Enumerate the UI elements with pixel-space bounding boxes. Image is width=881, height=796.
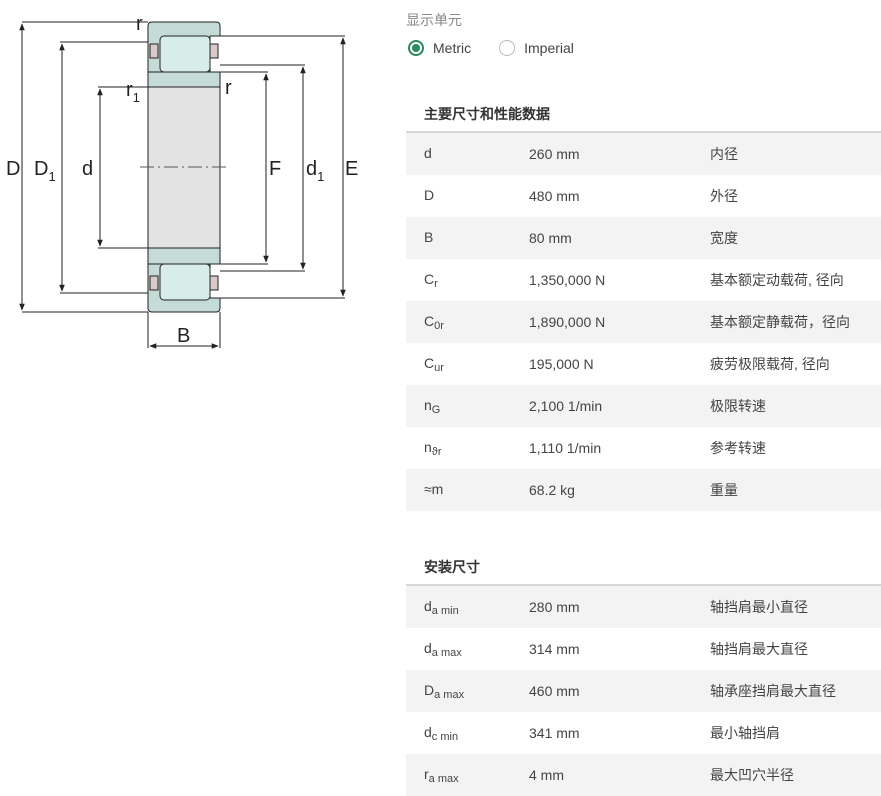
row-description: 基本额定静载荷，径向 xyxy=(710,314,850,330)
row-value: 480 mm xyxy=(529,188,580,204)
units-option-metric-label: Metric xyxy=(433,40,472,56)
table-row: Da max 460 mm 轴承座挡肩最大直径 xyxy=(406,670,881,712)
units-radio-group: Metric Imperial xyxy=(408,40,574,56)
label-r-top: r xyxy=(136,13,143,35)
main-dimensions-title: 主要尺寸和性能数据 xyxy=(406,97,881,133)
table-row: da min 280 mm 轴挡肩最小直径 xyxy=(406,586,881,628)
bearing-ring-bottom xyxy=(147,247,221,313)
row-value: 68.2 kg xyxy=(529,482,575,498)
mounting-dimensions-title: 安装尺寸 xyxy=(406,550,881,586)
radio-metric[interactable] xyxy=(408,40,424,56)
row-symbol: nG xyxy=(424,396,441,416)
row-value: 80 mm xyxy=(529,230,572,246)
row-description: 内径 xyxy=(710,146,738,162)
row-value: 341 mm xyxy=(529,725,580,741)
row-description: 基本额定动载荷, 径向 xyxy=(710,272,844,288)
row-symbol: D xyxy=(424,186,435,203)
row-symbol: Da max xyxy=(424,681,465,701)
bearing-ring-top xyxy=(147,21,221,88)
main-dimensions-table: d 260 mm 内径 D 480 mm 外径 B 80 mm 宽度 Cr 1,350,000… xyxy=(406,133,881,511)
row-value: 1,890,000 N xyxy=(529,314,606,330)
label-d: d xyxy=(82,158,93,180)
row-value: 280 mm xyxy=(529,599,580,615)
table-row: Cur 195,000 N 疲劳极限载荷, 径向 xyxy=(406,343,881,385)
row-description: 参考转速 xyxy=(710,440,766,456)
table-row: C0r 1,890,000 N 基本额定静载荷，径向 xyxy=(406,301,881,343)
label-D1: D1 xyxy=(34,158,56,184)
row-value: 4 mm xyxy=(529,767,564,783)
row-symbol: ra max xyxy=(424,765,459,785)
mounting-dimensions-table: da min 280 mm 轴挡肩最小直径 da max 314 mm 轴挡肩最大直径 … xyxy=(406,586,881,796)
row-description: 疲劳极限载荷, 径向 xyxy=(710,356,830,372)
row-value: 314 mm xyxy=(529,641,580,657)
table-row: Cr 1,350,000 N 基本额定动载荷, 径向 xyxy=(406,259,881,301)
row-description: 外径 xyxy=(710,188,738,204)
row-value: 2,100 1/min xyxy=(529,398,603,414)
row-description: 最小轴挡肩 xyxy=(710,725,780,741)
units-option-imperial[interactable]: Imperial xyxy=(499,40,574,56)
row-value: 1,350,000 N xyxy=(529,272,606,288)
row-description: 轴挡肩最小直径 xyxy=(710,599,808,615)
table-row: nϑr 1,110 1/min 参考转速 xyxy=(406,427,881,469)
units-option-imperial-label: Imperial xyxy=(524,40,574,56)
table-row: ≈m 68.2 kg 重量 xyxy=(406,469,881,511)
row-description: 宽度 xyxy=(710,230,738,246)
mounting-dimensions-section: 安装尺寸 da min 280 mm 轴挡肩最小直径 da max 314 mm 轴挡肩… xyxy=(406,550,881,796)
row-description: 重量 xyxy=(710,482,738,498)
label-B: B xyxy=(177,325,190,347)
row-symbol: da max xyxy=(424,639,462,659)
row-description: 极限转速 xyxy=(710,398,766,414)
table-row: B 80 mm 宽度 xyxy=(406,217,881,259)
row-description: 轴挡肩最大直径 xyxy=(710,641,808,657)
row-symbol: da min xyxy=(424,597,459,617)
units-label: 显示单元 xyxy=(406,12,462,28)
table-row: D 480 mm 外径 xyxy=(406,175,881,217)
row-value: 195,000 N xyxy=(529,356,594,372)
row-symbol: Cur xyxy=(424,354,444,374)
label-E: E xyxy=(345,158,358,180)
bearing-cross-section-diagram: D D1 d F d1 E r r1 r B xyxy=(6,13,358,349)
table-row: nG 2,100 1/min 极限转速 xyxy=(406,385,881,427)
label-F: F xyxy=(269,158,281,180)
row-symbol: dc min xyxy=(424,723,459,743)
row-description: 最大凹穴半径 xyxy=(710,767,794,783)
row-symbol: C0r xyxy=(424,312,444,332)
row-value: 1,110 1/min xyxy=(529,440,602,456)
label-r-right: r xyxy=(225,77,232,99)
row-symbol: nϑr xyxy=(424,438,442,458)
row-symbol: d xyxy=(424,144,432,161)
label-D: D xyxy=(6,158,20,180)
row-value: 260 mm xyxy=(529,146,580,162)
row-symbol: Cr xyxy=(424,270,438,290)
table-row: da max 314 mm 轴挡肩最大直径 xyxy=(406,628,881,670)
row-symbol: ≈m xyxy=(424,480,444,497)
label-r1: r1 xyxy=(126,79,140,105)
row-value: 460 mm xyxy=(529,683,580,699)
table-row: ra max 4 mm 最大凹穴半径 xyxy=(406,754,881,796)
table-row: dc min 341 mm 最小轴挡肩 xyxy=(406,712,881,754)
table-row: d 260 mm 内径 xyxy=(406,133,881,175)
main-dimensions-section: 主要尺寸和性能数据 d 260 mm 内径 D 480 mm 外径 B 80 mm 宽度 C… xyxy=(406,97,881,511)
label-d1: d1 xyxy=(306,158,324,184)
row-description: 轴承座挡肩最大直径 xyxy=(710,683,836,699)
row-symbol: B xyxy=(424,228,434,245)
radio-imperial[interactable] xyxy=(499,40,516,56)
units-option-metric[interactable]: Metric xyxy=(408,40,471,56)
